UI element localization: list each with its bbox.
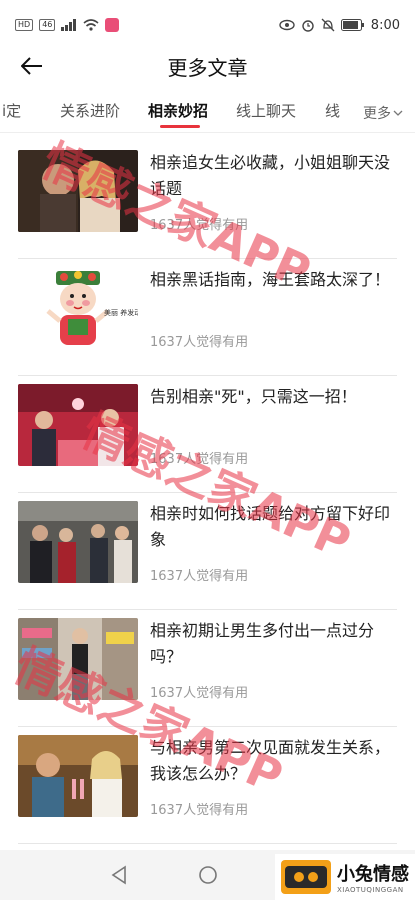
nav-bar: 更多文章 [0,44,415,88]
thumbnail-handwriting: 美丽 养发动了 [104,308,138,317]
article-useful-count: 1637人觉得有用 [150,452,249,467]
corner-logo: 小兔情感 XIAOTUQINGGAN [275,854,415,900]
mute-icon [321,18,335,32]
article-title: 相亲黑话指南，海王套路太深了！ [150,270,391,289]
cartoon-opera-girl-thumbnail: 美丽 养发动了 [18,267,138,349]
article-item[interactable]: 相亲追女生必收藏，小姐姐聊天没话题 1637人觉得有用 [18,142,397,259]
eye-icon [279,19,295,31]
clock-time: 8:00 [370,17,400,33]
logo-main-text: 小兔情感 [337,864,409,885]
tab-blind-date-tips[interactable]: 相亲妙招 [148,100,208,121]
dinner-photo-thumbnail [18,735,138,817]
article-title: 相亲时如何找话题给对方留下好印象 [150,504,391,549]
article-title: 相亲初期让男生多付出一点过分吗？ [150,621,375,666]
article-item[interactable]: 相亲时如何找话题给对方留下好印象 1637人觉得有用 [18,493,397,610]
article-useful-count: 1637人觉得有用 [150,686,249,701]
status-left: HD 46 [15,18,120,32]
hd-badge: HD [15,19,34,31]
more-tabs-button[interactable]: 更多 [351,96,415,130]
article-useful-count: 1637人觉得有用 [150,218,249,233]
article-item[interactable]: 相亲初期让男生多付出一点过分吗？ 1637人觉得有用 [18,610,397,727]
article-useful-count: 1637人觉得有用 [150,569,249,584]
page-title: 更多文章 [167,56,248,80]
signal-icon [61,19,77,31]
tab-divider [0,132,415,133]
chevron-down-icon [393,110,403,116]
system-nav-bar: 小兔情感 XIAOTUQINGGAN [0,850,415,900]
rabbit-logo-icon [281,860,331,894]
wifi-icon [83,19,99,31]
app-notification-icon [105,18,120,32]
tab-indicator [160,125,200,128]
tab-partial-left[interactable]: i定 [2,100,21,121]
speed-dating-photo-thumbnail [18,501,138,583]
status-bar: HD 46 8:00 [0,0,415,50]
status-right: 8:00 [279,18,400,33]
article-title: 与相亲男第二次见面就发生关系，我该怎么办？ [150,738,391,783]
article-title: 相亲追女生必收藏，小姐姐聊天没话题 [150,153,391,198]
network-badge: 46 [39,19,56,31]
article-item[interactable]: 美丽 养发动了 相亲黑话指南，海王套路太深了！ 1637人觉得有用 [18,259,397,376]
tab-partial-right[interactable]: 线 [325,100,340,121]
more-tabs-label: 更多 [363,106,391,122]
couple-photo-thumbnail [18,150,138,232]
battery-icon [340,19,364,31]
article-item[interactable]: 告别相亲"死"，只需这一招！ 1637人觉得有用 [18,376,397,493]
back-triangle-icon[interactable] [110,865,128,885]
tab-relationship[interactable]: 关系进阶 [60,100,120,121]
alarm-icon [302,20,314,32]
article-list: 相亲追女生必收藏，小姐姐聊天没话题 1637人觉得有用 美丽 养发动了 相亲黑话… [0,142,415,844]
category-tabs: i定 关系进阶 相亲妙招 线上聊天 线 更多 [0,96,415,130]
home-circle-icon[interactable] [198,865,218,885]
logo-text: 小兔情感 XIAOTUQINGGAN [337,860,409,894]
shopping-photo-thumbnail [18,618,138,700]
article-useful-count: 1637人觉得有用 [150,803,249,818]
article-item[interactable]: 与相亲男第二次见面就发生关系，我该怎么办？ 1637人觉得有用 [18,727,397,844]
dating-event-photo-thumbnail [18,384,138,466]
article-title: 告别相亲"死"，只需这一招！ [150,387,357,406]
article-useful-count: 1637人觉得有用 [150,335,249,350]
logo-sub-text: XIAOTUQINGGAN [337,886,404,894]
tab-online-chat[interactable]: 线上聊天 [236,100,296,121]
